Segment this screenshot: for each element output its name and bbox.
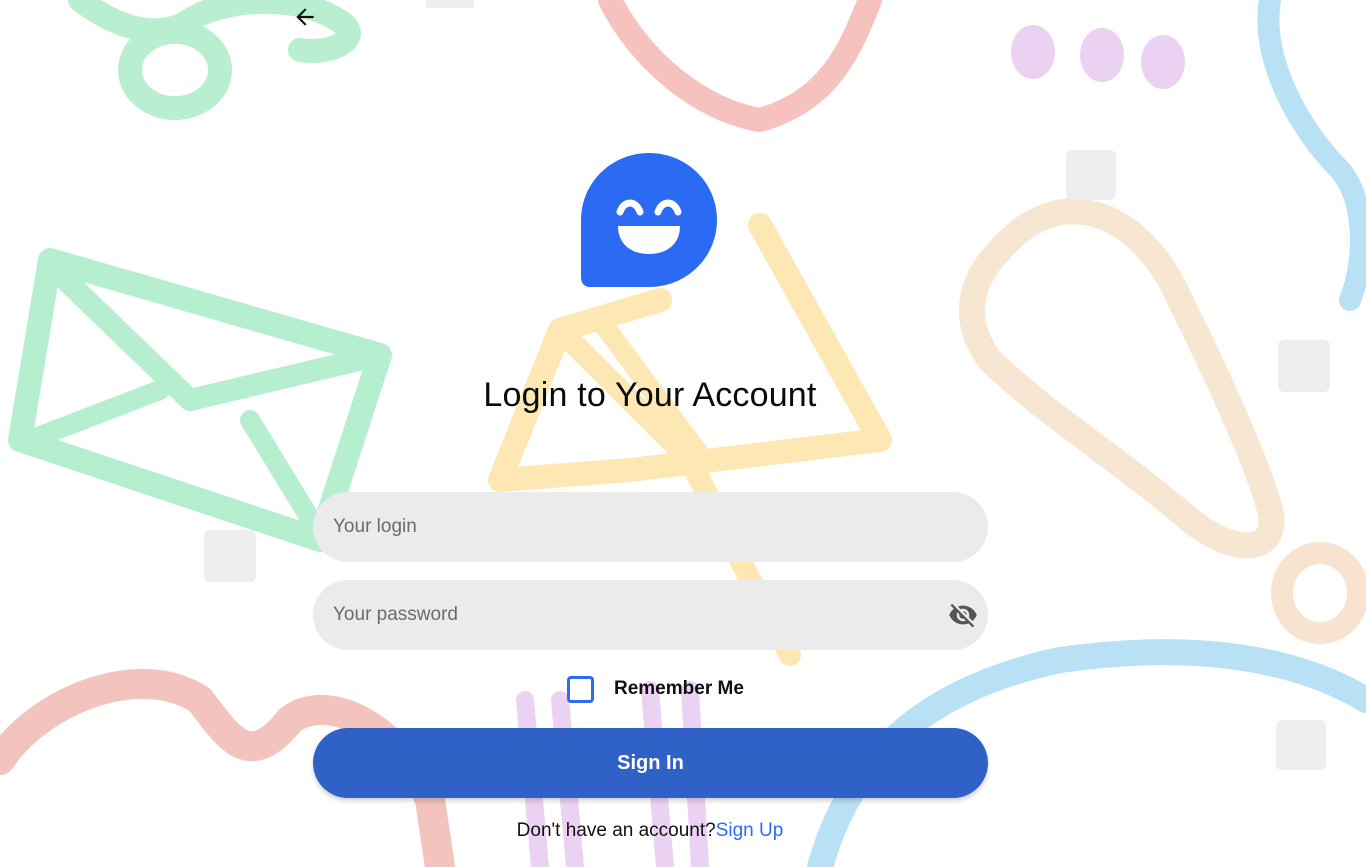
remember-me-row: Remember Me: [567, 672, 744, 706]
app-logo: [580, 152, 718, 288]
smiling-chat-bubble-icon: [581, 153, 717, 287]
eye-off-icon[interactable]: [948, 600, 978, 630]
password-field-container: [313, 580, 988, 650]
page-title: Login to Your Account: [483, 376, 817, 414]
arrow-left-icon: [296, 8, 314, 26]
signup-prompt-row: Don't have an account?Sign Up: [0, 820, 1300, 842]
sign-up-link[interactable]: Sign Up: [716, 820, 784, 841]
login-input[interactable]: [331, 515, 935, 539]
remember-me-label: Remember Me: [614, 678, 744, 699]
signup-prompt: Don't have an account?: [516, 820, 716, 841]
login-field-container: [313, 492, 988, 562]
back-button[interactable]: [288, 2, 322, 32]
sign-in-button[interactable]: Sign In: [313, 728, 988, 798]
password-input[interactable]: [331, 603, 935, 627]
remember-me-checkbox[interactable]: [567, 675, 594, 703]
